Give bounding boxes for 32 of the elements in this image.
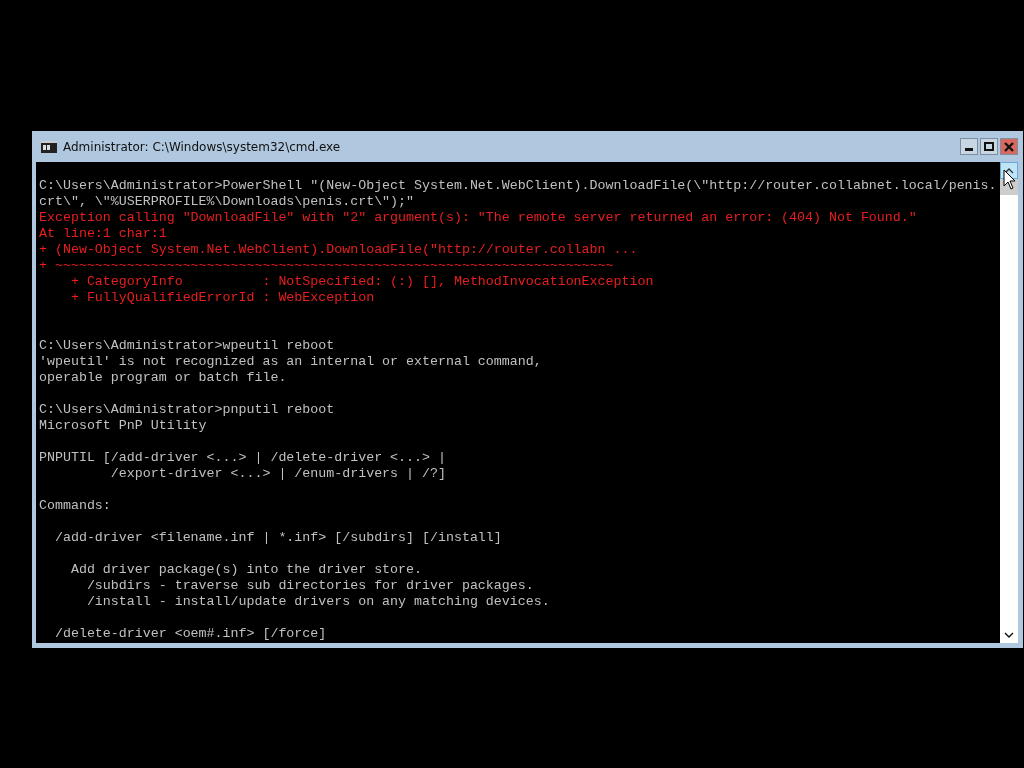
console-line: Add driver package(s) into the driver store. <box>69 562 423 578</box>
console-line: + FullyQualifiedErrorId : WebException <box>69 290 376 306</box>
console-line: + ~~~~~~~~~~~~~~~~~~~~~~~~~~~~~~~~~~~~~~~~~~~~~~~~~~~~~~~~~~~~~~~~~~~~~~ <box>39 258 615 274</box>
console-icon <box>41 140 57 153</box>
console-line: + (New-Object System.Net.WebClient).DownloadFile("http://router.collabn ... <box>39 242 639 258</box>
minimize-button[interactable] <box>960 138 978 155</box>
mouse-pointer-icon <box>1003 169 1016 190</box>
maximize-icon <box>984 141 994 152</box>
console-line: Microsoft PnP Utility <box>39 418 208 434</box>
close-button[interactable] <box>1000 138 1018 155</box>
console-line: /export-driver <...> | /enum-drivers | /?] <box>109 466 447 482</box>
console-line: Commands: <box>39 498 112 514</box>
maximize-button[interactable] <box>980 138 998 155</box>
close-icon <box>1004 141 1014 152</box>
console-line: At line:1 char:1 <box>39 226 168 242</box>
console-line: /subdirs - traverse sub directories for driver packages. <box>85 578 535 594</box>
console-line: crt\", \"%USERPROFILE%\Downloads\penis.crt\");" <box>39 194 416 210</box>
console-line: + CategoryInfo : NotSpecified: (:) [], MethodInvocationException <box>69 274 655 290</box>
console-line: PNPUTIL [/add-driver <...> | /delete-driver <...> | <box>39 450 447 466</box>
window-title: Administrator: C:\Windows\system32\cmd.exe <box>63 139 341 154</box>
console-line: Exception calling "DownloadFile" with "2" argument(s): "The remote server returned an error: (404) Not Found." <box>39 210 918 226</box>
console-line: operable program or batch file. <box>39 370 288 386</box>
console-line: C:\Users\Administrator>PowerShell "(New-Object System.Net.WebClient).DownloadFile(\"http://router.collabnet.local/penis. <box>39 178 998 194</box>
console-line: /delete-driver <oem#.inf> [/force] <box>53 626 328 642</box>
console-line: 'wpeutil' is not recognized as an internal or external command, <box>39 354 543 370</box>
minimize-icon <box>965 147 973 151</box>
console-line: /install - install/update drivers on any matching devices. <box>85 594 551 610</box>
console-line: C:\Users\Administrator>wpeutil reboot <box>39 338 336 354</box>
chevron-down-icon <box>1004 631 1014 638</box>
console-line: C:\Users\Administrator>pnputil reboot <box>39 402 336 418</box>
console-line: /add-driver <filename.inf | *.inf> [/subdirs] [/install] <box>53 530 503 546</box>
scrollbar[interactable] <box>1000 162 1018 643</box>
